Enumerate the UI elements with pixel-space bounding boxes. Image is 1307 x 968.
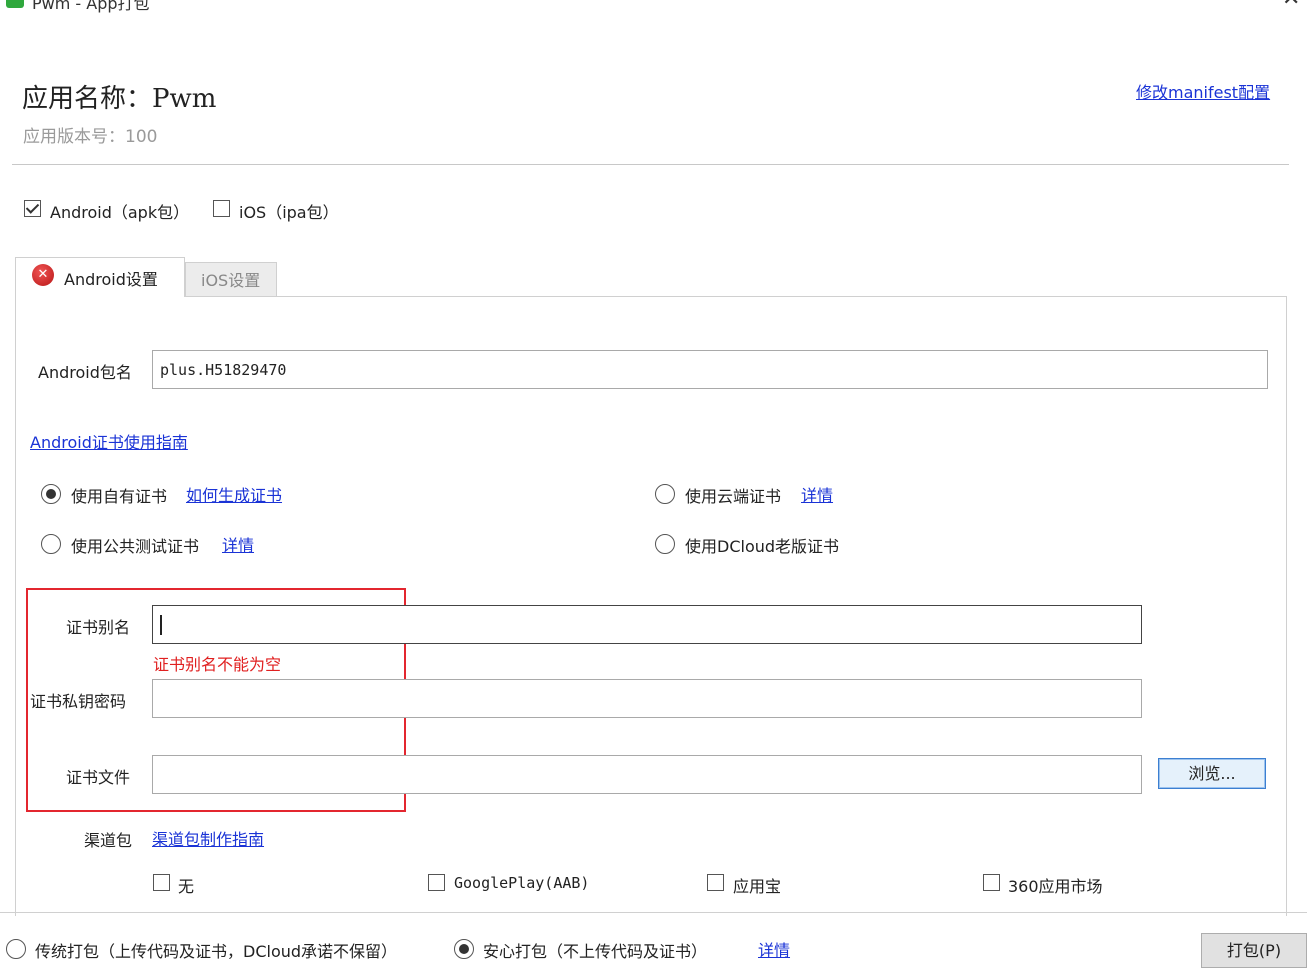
channel-label: 渠道包 (84, 831, 133, 850)
ios-platform-label: iOS（ipa包） (239, 203, 339, 222)
cert-file-input[interactable] (152, 755, 1142, 794)
tab-ios-settings-label: iOS设置 (201, 271, 261, 290)
public-test-cert-details-link[interactable]: 详情 (222, 532, 254, 556)
public-test-cert-radio[interactable] (41, 534, 61, 554)
error-icon: ✕ (32, 264, 54, 286)
channel-yingyongbao-checkbox[interactable] (707, 874, 724, 891)
header-divider (12, 164, 1289, 165)
cert-password-input[interactable] (152, 679, 1142, 718)
tab-android-settings-label: Android设置 (64, 270, 158, 289)
cloud-cert-label: 使用云端证书 (685, 487, 782, 506)
footer-divider (0, 912, 1307, 913)
app-logo-icon (6, 0, 24, 8)
text-cursor (160, 615, 162, 635)
channel-360-checkbox[interactable] (983, 874, 1000, 891)
app-version-text: 应用版本号：100 (23, 127, 158, 147)
pack-details-link[interactable]: 详情 (758, 937, 790, 961)
edit-manifest-link[interactable]: 修改manifest配置 (1136, 79, 1270, 103)
safe-pack-radio[interactable] (454, 939, 474, 959)
android-cert-guide-link[interactable]: Android证书使用指南 (30, 429, 188, 453)
android-platform-label: Android（apk包） (50, 203, 190, 222)
app-name-heading: 应用名称：Pwm (22, 84, 217, 114)
cert-file-label: 证书文件 (66, 768, 131, 787)
window-title: Pwm - App打包 (32, 0, 150, 13)
package-name-label: Android包名 (38, 363, 132, 382)
android-platform-checkbox[interactable] (24, 200, 41, 217)
channel-none-label: 无 (178, 877, 195, 896)
ios-platform-checkbox[interactable] (213, 200, 230, 217)
traditional-pack-label: 传统打包（上传代码及证书，DCloud承诺不保留） (35, 942, 398, 961)
cert-password-label: 证书私钥密码 (30, 692, 127, 711)
channel-360-label: 360应用市场 (1008, 877, 1103, 896)
close-icon[interactable]: ✕ (1282, 0, 1300, 11)
own-cert-radio[interactable] (41, 484, 61, 504)
pack-button[interactable]: 打包(P) (1201, 933, 1307, 968)
safe-pack-label: 安心打包（不上传代码及证书） (483, 942, 708, 961)
traditional-pack-radio[interactable] (6, 939, 26, 959)
cert-alias-label: 证书别名 (66, 618, 131, 637)
own-cert-label: 使用自有证书 (71, 487, 168, 506)
dcloud-old-cert-label: 使用DCloud老版证书 (685, 537, 840, 556)
cert-alias-input[interactable] (152, 605, 1142, 644)
channel-yingyongbao-label: 应用宝 (733, 877, 782, 896)
cert-alias-error: 证书别名不能为空 (153, 655, 282, 674)
channel-googleplay-label: GooglePlay(AAB) (454, 874, 590, 892)
channel-googleplay-checkbox[interactable] (428, 874, 445, 891)
public-test-cert-label: 使用公共测试证书 (71, 537, 200, 556)
cloud-cert-radio[interactable] (655, 484, 675, 504)
how-to-generate-cert-link[interactable]: 如何生成证书 (186, 482, 282, 506)
dcloud-old-cert-radio[interactable] (655, 534, 675, 554)
cloud-cert-details-link[interactable]: 详情 (801, 482, 833, 506)
package-name-input[interactable] (152, 350, 1268, 389)
browse-button[interactable]: 浏览... (1158, 758, 1266, 789)
channel-guide-link[interactable]: 渠道包制作指南 (152, 826, 264, 850)
channel-none-checkbox[interactable] (153, 874, 170, 891)
